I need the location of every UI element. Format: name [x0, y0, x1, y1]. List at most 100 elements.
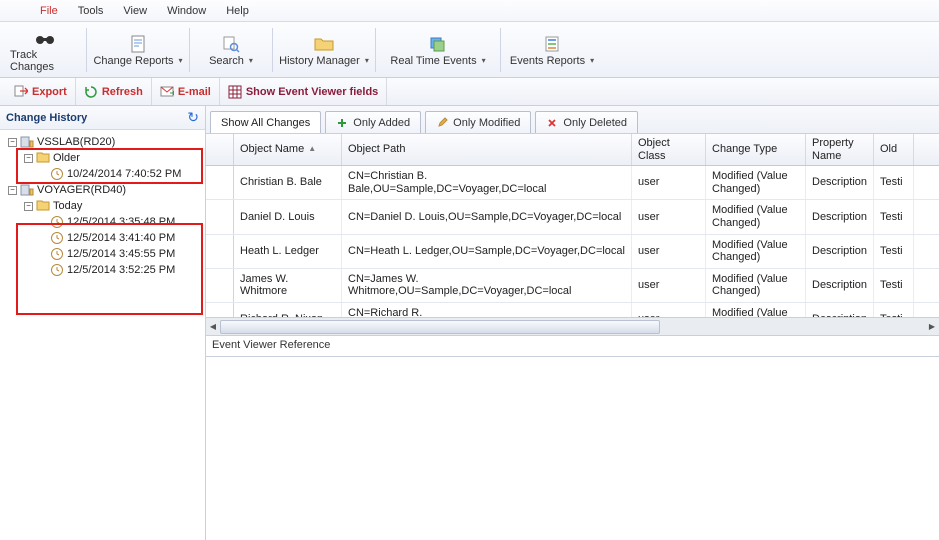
menu-view[interactable]: View — [113, 2, 157, 20]
cell-object-path: CN=Daniel D. Louis,OU=Sample,DC=Voyager,… — [342, 200, 632, 233]
server-icon — [20, 135, 34, 149]
menu-file[interactable]: File — [30, 2, 68, 20]
scroll-left-icon[interactable]: ◀ — [206, 320, 220, 334]
clock-icon — [50, 247, 64, 261]
export-button[interactable]: Export — [6, 78, 76, 105]
server-icon — [20, 183, 34, 197]
cell-object-class: user — [632, 303, 706, 317]
tree-timestamp[interactable]: 12/5/2014 3:35:48 PM — [2, 214, 203, 230]
tree-timestamp[interactable]: 12/5/2014 3:52:25 PM — [2, 262, 203, 278]
tree-timestamp[interactable]: 12/5/2014 3:41:40 PM — [2, 230, 203, 246]
tree-older-folder[interactable]: − Older — [2, 150, 203, 166]
tree-server-vsslab[interactable]: − VSSLAB(RD20) — [2, 134, 203, 150]
event-viewer-reference-body — [206, 357, 939, 540]
cell-property-name: Description — [806, 269, 874, 302]
tab-show-all[interactable]: Show All Changes — [210, 111, 321, 133]
col-old[interactable]: Old — [874, 134, 914, 165]
cell-property-name: Description — [806, 235, 874, 268]
second-toolbar: Export Refresh E-mail Show Event Viewer … — [0, 78, 939, 106]
col-property-name[interactable]: Property Name — [806, 134, 874, 165]
cell-change-type: Modified (Value Changed) — [706, 200, 806, 233]
tree-timestamp[interactable]: 12/5/2014 3:45:55 PM — [2, 246, 203, 262]
search-button[interactable]: Search — [196, 25, 266, 75]
changes-grid[interactable]: Object Name▲ Object Path Object Class Ch… — [206, 134, 939, 317]
cell-object-name: Heath L. Ledger — [234, 235, 342, 268]
col-object-class[interactable]: Object Class — [632, 134, 706, 165]
menu-help[interactable]: Help — [216, 2, 259, 20]
tree-timestamp[interactable]: 10/24/2014 7:40:52 PM — [2, 166, 203, 182]
row-handle — [206, 200, 234, 233]
col-object-name[interactable]: Object Name▲ — [234, 134, 342, 165]
horizontal-scrollbar[interactable]: ◀ ▶ — [206, 317, 939, 335]
change-reports-button[interactable]: Change Reports — [93, 25, 183, 75]
cell-object-path: CN=James W. Whitmore,OU=Sample,DC=Voyage… — [342, 269, 632, 302]
collapse-icon[interactable]: − — [8, 186, 17, 195]
row-handle-header — [206, 134, 234, 165]
refresh-tree-icon[interactable]: ↻ — [187, 109, 199, 126]
event-viewer-reference-header[interactable]: Event Viewer Reference — [206, 335, 939, 357]
tab-only-deleted[interactable]: Only Deleted — [535, 111, 638, 133]
tree-server-voyager[interactable]: − VOYAGER(RD40) — [2, 182, 203, 198]
search-icon — [222, 33, 240, 55]
folder-icon — [36, 199, 50, 213]
cell-object-class: user — [632, 269, 706, 302]
cell-object-path: CN=Heath L. Ledger,OU=Sample,DC=Voyager,… — [342, 235, 632, 268]
collapse-icon[interactable]: − — [24, 154, 33, 163]
cell-change-type: Modified (Value Changed) — [706, 303, 806, 317]
binoculars-icon — [35, 27, 55, 49]
row-handle — [206, 166, 234, 199]
cell-object-class: user — [632, 200, 706, 233]
clock-icon — [50, 231, 64, 245]
cell-change-type: Modified (Value Changed) — [706, 269, 806, 302]
history-manager-button[interactable]: History Manager — [279, 25, 369, 75]
table-row[interactable]: James W. WhitmoreCN=James W. Whitmore,OU… — [206, 269, 939, 303]
table-row[interactable]: Richard R. NixonCN=Richard R. Nixon,OU=S… — [206, 303, 939, 317]
cell-object-name: Richard R. Nixon — [234, 303, 342, 317]
separator — [375, 28, 376, 72]
change-history-tree: − VSSLAB(RD20) − Older 10/24/2014 7:40:5… — [0, 130, 205, 540]
collapse-icon[interactable]: − — [8, 138, 17, 147]
events-reports-button[interactable]: Events Reports — [507, 25, 597, 75]
realtime-events-button[interactable]: Real Time Events — [382, 25, 494, 75]
cell-old: Testi — [874, 235, 914, 268]
show-event-fields-button[interactable]: Show Event Viewer fields — [220, 78, 387, 105]
side-panel: Change History ↻ − VSSLAB(RD20) − Older … — [0, 106, 206, 540]
cell-object-name: Christian B. Bale — [234, 166, 342, 199]
scroll-right-icon[interactable]: ▶ — [925, 320, 939, 334]
table-row[interactable]: Heath L. LedgerCN=Heath L. Ledger,OU=Sam… — [206, 235, 939, 269]
tree-today-folder[interactable]: − Today — [2, 198, 203, 214]
folder-icon — [36, 151, 50, 165]
cell-object-class: user — [632, 166, 706, 199]
export-icon — [14, 85, 28, 99]
separator — [272, 28, 273, 72]
cell-old: Testi — [874, 200, 914, 233]
grid-header: Object Name▲ Object Path Object Class Ch… — [206, 134, 939, 166]
plus-icon — [336, 117, 348, 129]
app-icon — [6, 3, 26, 19]
menu-tools[interactable]: Tools — [68, 2, 114, 20]
refresh-icon — [84, 85, 98, 99]
menu-window[interactable]: Window — [157, 2, 216, 20]
stack-icon — [429, 33, 447, 55]
tab-only-added[interactable]: Only Added — [325, 111, 421, 133]
table-row[interactable]: Christian B. BaleCN=Christian B. Bale,OU… — [206, 166, 939, 200]
separator — [189, 28, 190, 72]
clock-icon — [50, 263, 64, 277]
track-changes-button[interactable]: Track Changes — [10, 25, 80, 75]
email-button[interactable]: E-mail — [152, 78, 220, 105]
tab-only-modified[interactable]: Only Modified — [425, 111, 531, 133]
pencil-icon — [436, 117, 448, 129]
row-handle — [206, 269, 234, 302]
scroll-thumb[interactable] — [220, 320, 660, 334]
clock-icon — [50, 167, 64, 181]
separator — [500, 28, 501, 72]
refresh-button[interactable]: Refresh — [76, 78, 152, 105]
col-object-path[interactable]: Object Path — [342, 134, 632, 165]
cell-object-name: Daniel D. Louis — [234, 200, 342, 233]
table-row[interactable]: Daniel D. LouisCN=Daniel D. Louis,OU=Sam… — [206, 200, 939, 234]
side-panel-title: Change History — [6, 112, 87, 124]
collapse-icon[interactable]: − — [24, 202, 33, 211]
col-change-type[interactable]: Change Type — [706, 134, 806, 165]
cell-old: Testi — [874, 303, 914, 317]
cell-object-class: user — [632, 235, 706, 268]
